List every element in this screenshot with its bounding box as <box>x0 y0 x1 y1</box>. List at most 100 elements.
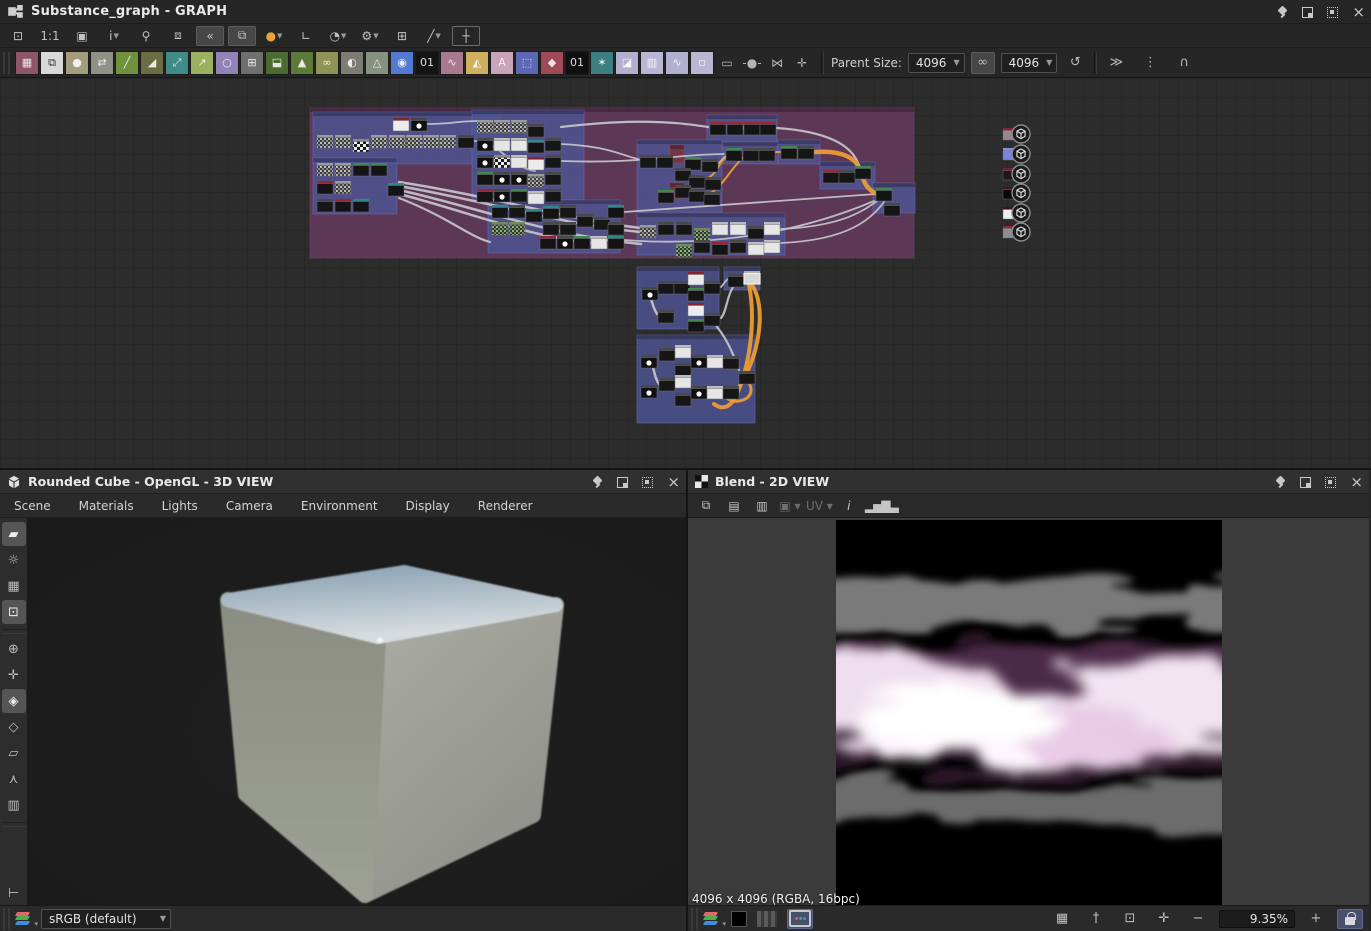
shelf-item-31[interactable]: ⋈ <box>765 51 789 75</box>
shelf-item-15[interactable]: △ <box>365 51 389 75</box>
background-color-swatch[interactable] <box>731 911 747 927</box>
graph-node[interactable] <box>511 189 527 202</box>
graph-node[interactable] <box>371 163 387 176</box>
shelf-item-1[interactable]: ▦ <box>15 51 39 75</box>
graph-frame[interactable] <box>637 335 755 423</box>
graph-node[interactable] <box>494 155 510 168</box>
graph-node[interactable] <box>658 310 674 323</box>
close-icon[interactable]: × <box>1350 476 1363 488</box>
background-icon[interactable]: ▣ ▾ <box>778 496 802 516</box>
select-frame-icon[interactable]: ⊡ <box>4 26 32 46</box>
shelf-item-30[interactable]: -●- <box>740 51 764 75</box>
graph-node[interactable] <box>494 138 510 151</box>
graph-node[interactable] <box>781 146 797 159</box>
graph-node[interactable] <box>640 155 656 168</box>
search-icon[interactable]: ⚲ <box>132 26 160 46</box>
graph-node[interactable] <box>411 118 427 131</box>
graph-node[interactable] <box>335 135 351 148</box>
uv-toggle[interactable]: UV ▾ <box>806 496 833 516</box>
graph-node[interactable] <box>557 236 573 249</box>
plane-icon[interactable]: ▱ <box>2 741 26 765</box>
graph-node[interactable] <box>694 240 710 253</box>
maximize-icon[interactable] <box>1325 477 1336 488</box>
graph-node[interactable] <box>705 177 721 190</box>
color-management-icon[interactable] <box>15 912 31 926</box>
graph-node[interactable] <box>353 163 369 176</box>
camera-icon[interactable]: ▰ <box>2 522 26 546</box>
graph-output-node[interactable] <box>1003 165 1030 183</box>
graph-node[interactable] <box>641 355 657 368</box>
graph-node[interactable] <box>760 122 776 135</box>
thumbnail-icon[interactable]: ⊞ <box>388 26 416 46</box>
graph-node[interactable] <box>658 281 674 294</box>
lock-zoom-icon[interactable] <box>1337 909 1363 929</box>
graph-node[interactable] <box>675 345 691 358</box>
menu-environment[interactable]: Environment <box>287 499 392 513</box>
graph-node[interactable] <box>704 313 720 326</box>
graph-node[interactable] <box>543 206 559 219</box>
shelf-item-19[interactable]: ◭ <box>465 51 489 75</box>
instances-icon[interactable]: ⧉ <box>228 26 256 46</box>
reset-size-icon[interactable]: ↺ <box>1063 52 1087 74</box>
fit-view-icon[interactable]: ⊡ <box>1117 909 1143 929</box>
graph-node[interactable] <box>511 138 527 151</box>
graph-node[interactable] <box>688 303 704 316</box>
graph-node[interactable] <box>577 214 593 227</box>
graph-node[interactable] <box>688 288 704 301</box>
graph-node[interactable] <box>594 217 610 230</box>
graph-node[interactable] <box>730 240 746 253</box>
tiling-icon[interactable]: ▦ <box>1049 909 1075 929</box>
stats-icon[interactable]: ▥ <box>2 793 26 817</box>
graph-node[interactable] <box>855 166 871 179</box>
histogram-icon[interactable]: ▂▅▇▃ <box>865 496 898 516</box>
display-settings-icon[interactable]: ⊡ <box>2 600 26 624</box>
link-size-icon[interactable]: ∞ <box>971 52 995 74</box>
graph-node[interactable] <box>528 140 544 153</box>
graph-node[interactable] <box>675 393 691 406</box>
menu-lights[interactable]: Lights <box>148 499 212 513</box>
shelf-item-22[interactable]: ◆ <box>540 51 564 75</box>
connector-style-icon[interactable]: ∟ <box>292 26 320 46</box>
mannequin-icon[interactable]: † <box>1083 909 1109 929</box>
graph-node[interactable] <box>689 175 705 188</box>
graph-node[interactable] <box>335 199 351 212</box>
graph-node[interactable] <box>545 189 561 202</box>
graph-node[interactable] <box>676 244 692 257</box>
graph-node[interactable] <box>689 189 705 202</box>
graph-tool-3[interactable]: ∩ <box>1172 52 1196 74</box>
graph-node[interactable] <box>406 135 422 148</box>
tools-icon[interactable]: ⚙▼ <box>356 26 384 46</box>
colorspace-select[interactable]: sRGB (default)▼ <box>41 909 171 929</box>
restore-icon[interactable] <box>1300 477 1311 488</box>
menu-materials[interactable]: Materials <box>65 499 148 513</box>
environment-icon[interactable]: ▦ <box>2 574 26 598</box>
parent-height-select[interactable]: 4096▼ <box>1001 53 1058 73</box>
graph-node[interactable] <box>640 225 656 238</box>
graph-node[interactable] <box>528 191 544 204</box>
graph-node[interactable] <box>675 363 691 376</box>
wireframe-cube-icon[interactable]: ◇ <box>2 715 26 739</box>
graph-node[interactable] <box>440 135 456 148</box>
display-rgb-icon[interactable] <box>787 909 813 929</box>
graph-node[interactable] <box>712 242 728 255</box>
graph-output-node[interactable] <box>1003 125 1030 143</box>
graph-node[interactable] <box>726 148 742 161</box>
shelf-item-6[interactable]: ◢ <box>140 51 164 75</box>
graph-output-node[interactable] <box>1003 223 1030 241</box>
graph-node[interactable] <box>658 222 674 235</box>
graph-node[interactable] <box>353 199 369 212</box>
graph-node[interactable] <box>545 172 561 185</box>
graph-node[interactable] <box>659 348 675 361</box>
sphere-icon[interactable]: ⊕ <box>2 637 26 661</box>
shelf-item-23[interactable]: 01 <box>565 51 589 75</box>
graph-node[interactable] <box>353 139 369 152</box>
graph-node[interactable] <box>560 222 576 235</box>
shelf-item-18[interactable]: ∿ <box>440 51 464 75</box>
graph-node[interactable] <box>676 222 692 235</box>
pin-icon[interactable] <box>1276 6 1288 18</box>
graph-node[interactable] <box>707 355 723 368</box>
graph-node[interactable] <box>694 228 710 241</box>
graph-node[interactable] <box>659 378 675 391</box>
link-view-icon[interactable]: ⧈ <box>164 26 192 46</box>
graph-node[interactable] <box>509 205 525 218</box>
